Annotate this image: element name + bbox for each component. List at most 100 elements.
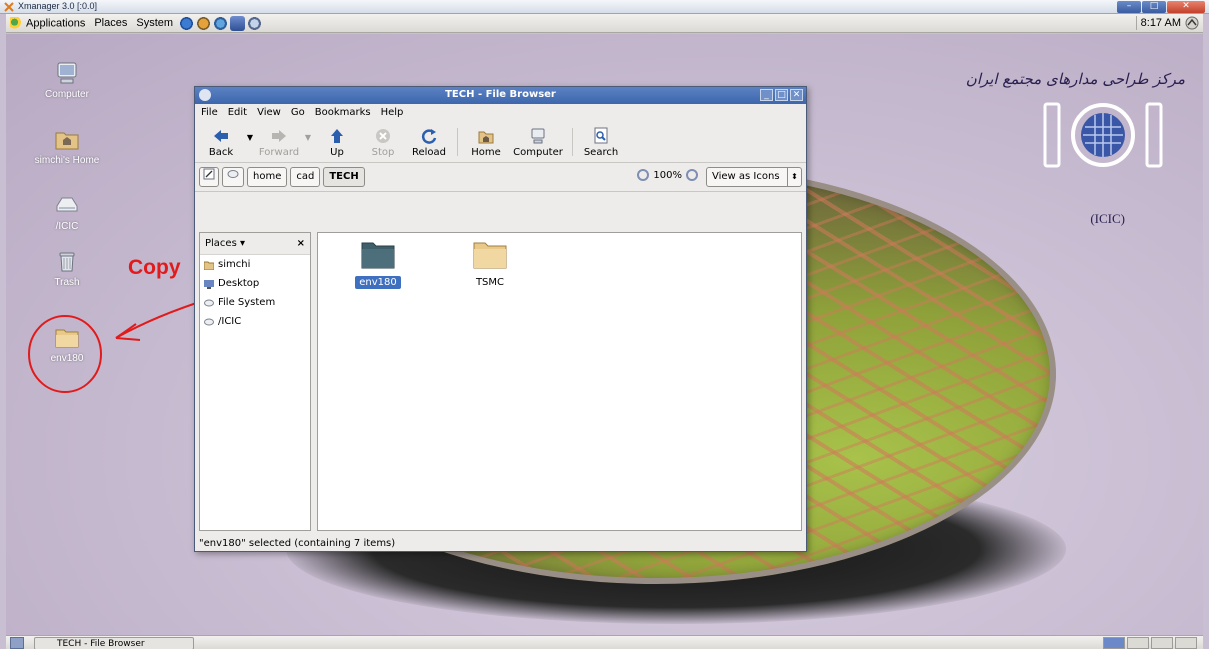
menu-edit[interactable]: Edit xyxy=(228,107,247,118)
clock[interactable]: 8:17 AM xyxy=(1141,17,1181,29)
computer-icon xyxy=(57,62,77,84)
maximize-button[interactable]: □ xyxy=(775,89,788,101)
toolbar-separator xyxy=(457,128,458,156)
place-item-icic[interactable]: /ICIC xyxy=(200,312,310,331)
breadcrumb-home[interactable]: home xyxy=(247,167,288,187)
sidepane-title: Places xyxy=(205,238,237,249)
home-icon xyxy=(478,131,494,144)
sidepane-close-button[interactable]: × xyxy=(297,238,305,249)
file-browser-title: TECH - File Browser xyxy=(445,89,556,100)
stop-button-label: Stop xyxy=(371,147,395,158)
trash-icon xyxy=(59,252,75,272)
reload-button-label: Reload xyxy=(411,147,447,158)
gnome-foot-icon xyxy=(10,16,23,30)
breadcrumb-cad[interactable]: cad xyxy=(290,167,321,187)
file-icon-view[interactable]: env180 TSMC xyxy=(317,232,802,531)
desktop-icon-icic[interactable]: /ICIC xyxy=(30,192,104,232)
place-item-label: /ICIC xyxy=(218,316,242,327)
workspace-1[interactable] xyxy=(1103,637,1125,649)
office-launcher-icon[interactable] xyxy=(230,15,246,31)
xmanager-maximize-button[interactable]: □ xyxy=(1142,1,1166,13)
places-sidepane[interactable]: Places ▾ × simchi Desktop File System /I… xyxy=(199,232,311,531)
place-item-label: File System xyxy=(218,297,276,308)
network-status-icon[interactable] xyxy=(1185,16,1199,30)
stop-button[interactable]: Stop xyxy=(361,127,405,158)
browser-launcher-icon[interactable] xyxy=(179,15,195,31)
zoom-level[interactable]: 100% xyxy=(653,170,682,181)
computer-button-label: Computer xyxy=(513,147,563,158)
menu-view[interactable]: View xyxy=(257,107,281,118)
workspace-switcher xyxy=(1103,637,1197,649)
xmanager-close-button[interactable]: ✕ xyxy=(1167,1,1205,13)
reload-button[interactable]: Reload xyxy=(407,127,451,158)
taskbar-item-file-browser[interactable]: TECH - File Browser xyxy=(34,637,194,649)
home-button[interactable]: Home xyxy=(464,127,508,158)
panel-separator xyxy=(1135,16,1137,30)
search-button[interactable]: Search xyxy=(579,127,623,158)
xmanager-title: Xmanager 3.0 [:0.0] xyxy=(18,1,98,11)
folder-icon xyxy=(361,242,395,269)
up-arrow-icon xyxy=(331,129,343,143)
back-button[interactable]: Back xyxy=(199,127,243,158)
desktop-icon-home[interactable]: simchi's Home xyxy=(30,126,104,166)
file-browser-body: Places ▾ × simchi Desktop File System /I… xyxy=(199,232,802,531)
workspace-4[interactable] xyxy=(1175,637,1197,649)
desktop-icon-label: env180 xyxy=(50,353,84,364)
drive-icon xyxy=(56,197,78,212)
breadcrumb-tech[interactable]: TECH xyxy=(323,167,365,187)
clock-area: 8:17 AM xyxy=(1135,16,1199,30)
breadcrumb-root-button[interactable] xyxy=(222,167,244,187)
xmanager-titlebar: Xmanager 3.0 [:0.0] – □ ✕ xyxy=(0,0,1209,14)
desktop-icon-env180[interactable]: env180 xyxy=(30,324,104,364)
location-toggle-button[interactable] xyxy=(199,167,219,187)
menu-bookmarks[interactable]: Bookmarks xyxy=(315,107,371,118)
back-button-label: Back xyxy=(208,147,234,158)
sidepane-header: Places ▾ × xyxy=(200,233,310,255)
network-launcher-icon[interactable] xyxy=(213,15,229,31)
place-item-simchi[interactable]: simchi xyxy=(200,255,310,274)
file-item-env180[interactable]: env180 xyxy=(348,239,408,289)
computer-button[interactable]: Computer xyxy=(510,127,566,158)
system-menu[interactable]: System xyxy=(136,17,173,29)
reload-icon xyxy=(421,129,437,144)
menu-help[interactable]: Help xyxy=(381,107,404,118)
zoom-out-icon[interactable] xyxy=(637,169,650,181)
places-menu[interactable]: Places xyxy=(94,17,127,29)
zoom-in-icon[interactable] xyxy=(686,169,698,181)
home-button-label: Home xyxy=(471,147,501,158)
copy-annotation-label: Copy xyxy=(128,256,181,279)
place-item-desktop[interactable]: Desktop xyxy=(200,274,310,293)
file-browser-window[interactable]: TECH - File Browser _ □ ✕ File Edit View… xyxy=(194,86,807,552)
menu-go[interactable]: Go xyxy=(291,107,305,118)
forward-history-dropdown[interactable]: ▼ xyxy=(303,133,313,142)
view-mode-select[interactable]: View as Icons ⬍ xyxy=(706,167,802,187)
home-folder-icon xyxy=(55,132,79,150)
forward-button[interactable]: Forward xyxy=(257,127,301,158)
chat-launcher-icon[interactable] xyxy=(247,15,263,31)
minimize-button[interactable]: _ xyxy=(760,89,773,101)
back-history-dropdown[interactable]: ▼ xyxy=(245,133,255,142)
workspace-3[interactable] xyxy=(1151,637,1173,649)
xmanager-minimize-button[interactable]: – xyxy=(1117,1,1141,13)
close-button[interactable]: ✕ xyxy=(790,89,803,101)
top-panel: Applications Places System 8:17 AM xyxy=(6,14,1203,33)
file-item-tsmc[interactable]: TSMC xyxy=(460,239,520,289)
applications-menu[interactable]: Applications xyxy=(10,16,85,30)
place-item-label: Desktop xyxy=(218,278,260,289)
place-item-filesystem[interactable]: File System xyxy=(200,293,310,312)
desktop-icon-computer[interactable]: Computer xyxy=(30,60,104,100)
desktop-icon-trash[interactable]: Trash xyxy=(30,248,104,288)
workspace-2[interactable] xyxy=(1127,637,1149,649)
menu-file[interactable]: File xyxy=(201,107,218,118)
menubar: File Edit View Go Bookmarks Help xyxy=(195,104,806,121)
forward-button-label: Forward xyxy=(258,147,300,158)
show-desktop-button[interactable] xyxy=(10,637,24,649)
file-browser-titlebar[interactable]: TECH - File Browser _ □ ✕ xyxy=(195,87,806,104)
toolbar-separator xyxy=(572,128,573,156)
toolbar: Back ▼ Forward ▼ Up Stop Reload Home Com… xyxy=(195,121,806,163)
up-button[interactable]: Up xyxy=(315,127,359,158)
sidepane-selector[interactable]: Places ▾ xyxy=(205,238,245,249)
place-item-label: simchi xyxy=(218,259,251,270)
xmanager-logo-icon xyxy=(4,2,14,12)
mail-launcher-icon[interactable] xyxy=(196,15,212,31)
